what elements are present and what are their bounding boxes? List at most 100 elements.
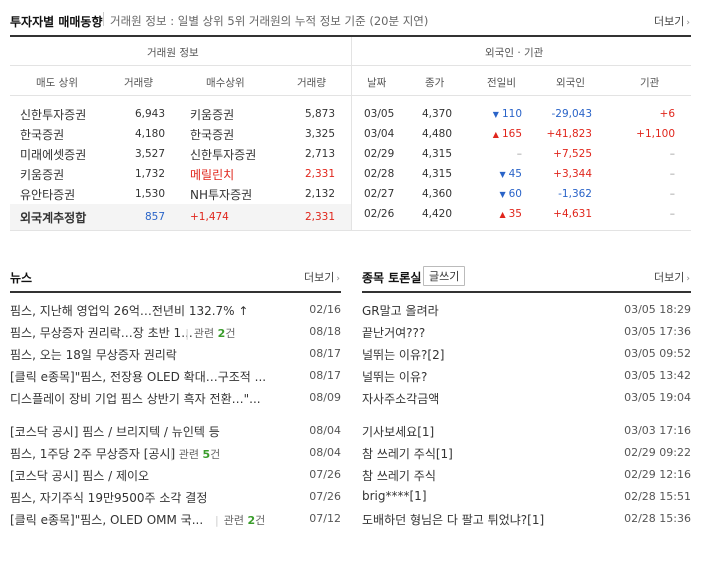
close-cell: 4,315 <box>421 168 452 180</box>
institution-net-cell: – <box>669 168 675 180</box>
discussion-post-link[interactable]: 자사주소각금액 <box>362 390 439 407</box>
discussion-date: 03/05 09:52 <box>624 347 691 360</box>
institution-net-cell: +1,100 <box>636 128 675 140</box>
discussion-post-link[interactable]: 참 쓰레기 주식[1] <box>362 445 453 462</box>
institution-net-cell: – <box>669 208 675 220</box>
discussion-date: 03/05 13:42 <box>624 369 691 382</box>
discussion-date: 03/03 17:16 <box>624 424 691 437</box>
discussion-post-link[interactable]: 끝난거여??? <box>362 324 425 341</box>
sell-volume: 3,527 <box>134 148 165 160</box>
change-value: 45 <box>508 168 522 180</box>
discussion-post-link[interactable]: 널뛰는 이유? <box>362 368 427 385</box>
news-date: 02/16 <box>309 303 341 316</box>
news-date: 08/17 <box>309 347 341 360</box>
close-cell: 4,480 <box>421 128 452 140</box>
more-label: 더보기 <box>654 15 685 28</box>
foreign-net-cell: +41,823 <box>546 128 592 140</box>
discussion-post-link[interactable]: 기사보세요[1] <box>362 423 434 440</box>
col-foreign: 외국인 <box>556 77 585 89</box>
discussion-date: 02/29 09:22 <box>624 446 691 459</box>
news-date: 08/17 <box>309 369 341 382</box>
related-suffix: 건 <box>225 327 236 340</box>
foreign-inst-group-header: 외국인 · 기관 <box>485 47 544 59</box>
news-date: 08/09 <box>309 391 341 404</box>
discussion-post-link[interactable]: brig****[1] <box>362 489 427 503</box>
news-date: 07/12 <box>309 512 341 525</box>
related-news-link[interactable]: | 관련 2건 <box>215 512 265 528</box>
discussion-post-link[interactable]: 도배하던 형님은 다 팔고 튀었냐?[1] <box>362 511 544 528</box>
discussion-date: 03/05 19:04 <box>624 391 691 404</box>
news-headline-link[interactable]: 핌스, 1주당 2주 무상증자 [공시] <box>10 445 175 462</box>
sell-broker[interactable]: 키움증권 <box>20 166 64 183</box>
news-headline-link[interactable]: 핌스, 자기주식 19만9500주 소각 결정 <box>10 489 207 506</box>
news-headline-link[interactable]: [코스닥 공시] 핌스 / 제이오 <box>10 467 149 484</box>
sell-broker[interactable]: 한국증권 <box>20 126 64 143</box>
change-value: 35 <box>508 208 522 220</box>
news-headline-link[interactable]: 디스플레이 장비 기업 핌스 상반기 흑자 전환…"... <box>10 390 261 407</box>
discussion-more-link[interactable]: 더보기 › <box>654 269 690 285</box>
date-cell: 02/29 <box>364 148 395 160</box>
col-buy-volume: 거래량 <box>297 77 326 89</box>
related-count: 2 <box>247 514 256 527</box>
news-headline-link[interactable]: [클릭 e종목]"핌스, 전장용 OLED 확대…구조적 ... <box>10 368 266 385</box>
discussion-post-link[interactable]: 참 쓰레기 주식 <box>362 467 436 484</box>
triangle-down-icon: ▼ <box>499 190 506 199</box>
news-headline-link[interactable]: [클릭 e종목]"핌스, OLED OMM 국... <box>10 511 203 528</box>
foreign-total-buy-volume: 2,331 <box>304 211 335 223</box>
related-news-link[interactable]: | 관련 2건 <box>185 325 235 341</box>
buy-broker[interactable]: 한국증권 <box>190 126 234 143</box>
triangle-down-icon: ▼ <box>499 170 506 179</box>
sell-volume: 6,943 <box>134 108 165 120</box>
news-title: 뉴스 <box>10 271 33 285</box>
news-headline-link[interactable]: 핌스, 지난해 영업익 26억…전년비 132.7% ↑ <box>10 302 248 319</box>
separator: | <box>185 327 189 340</box>
discussion-date: 03/05 17:36 <box>624 325 691 338</box>
related-suffix: 건 <box>255 514 266 527</box>
col-date: 날짜 <box>367 77 387 89</box>
col-close: 종가 <box>425 77 445 89</box>
discussion-date: 02/29 12:16 <box>624 468 691 481</box>
news-headline-link[interactable]: 핌스, 무상증자 권리락…장 초반 1... <box>10 324 193 341</box>
related-suffix: 건 <box>210 448 221 461</box>
foreign-total-net: +1,474 <box>190 211 229 223</box>
buy-broker[interactable]: 키움증권 <box>190 106 234 123</box>
news-headline-link[interactable]: [코스닥 공시] 핌스 / 브리지텍 / 뉴인텍 등 <box>10 423 220 440</box>
news-date: 07/26 <box>309 490 341 503</box>
related-label: 관련 <box>223 514 244 527</box>
change-cell: ▲ 165 <box>462 128 522 140</box>
sell-broker[interactable]: 미래에셋증권 <box>20 146 86 163</box>
news-headline-link[interactable]: 핌스, 오는 18일 무상증자 권리락 <box>10 346 177 363</box>
col-buy-top: 매수상위 <box>206 77 245 89</box>
buy-broker[interactable]: 신한투자증권 <box>190 146 256 163</box>
separator: | <box>170 448 174 461</box>
sell-broker[interactable]: 신한투자증권 <box>20 106 86 123</box>
chevron-right-icon: › <box>686 274 690 284</box>
investor-more-link[interactable]: 더보기 › <box>654 13 690 29</box>
close-cell: 4,315 <box>421 148 452 160</box>
news-date: 07/26 <box>309 468 341 481</box>
col-sell-top: 매도 상위 <box>36 77 78 89</box>
news-date: 08/18 <box>309 325 341 338</box>
change-value: 60 <box>508 188 522 200</box>
sell-broker[interactable]: 유안타증권 <box>20 186 75 203</box>
close-cell: 4,360 <box>421 188 452 200</box>
institution-net-cell: – <box>669 148 675 160</box>
related-news-link[interactable]: | 관련 5건 <box>170 446 220 462</box>
foreign-net-cell: +7,525 <box>553 148 592 160</box>
discussion-post-link[interactable]: 널뛰는 이유?[2] <box>362 346 444 363</box>
investor-section-title: 투자자별 매매동향 <box>10 15 103 29</box>
buy-broker-foreign[interactable]: 메릴린치 <box>190 166 234 183</box>
change-cell: ▼ 45 <box>462 168 522 180</box>
buy-broker[interactable]: NH투자증권 <box>190 186 252 203</box>
discussion-title: 종목 토론실 <box>362 271 422 285</box>
discussion-date: 02/28 15:51 <box>624 490 691 503</box>
write-post-button[interactable]: 글쓰기 <box>423 266 466 286</box>
date-cell: 02/28 <box>364 168 395 180</box>
triangle-up-icon: ▲ <box>499 210 506 219</box>
change-cell: ▲ 35 <box>462 208 522 220</box>
more-label: 더보기 <box>304 271 335 284</box>
news-more-link[interactable]: 더보기 › <box>304 269 340 285</box>
foreign-total-label: 외국계추정합 <box>20 211 87 225</box>
discussion-post-link[interactable]: GR말고 올려라 <box>362 302 439 319</box>
buy-volume: 2,331 <box>304 168 335 180</box>
